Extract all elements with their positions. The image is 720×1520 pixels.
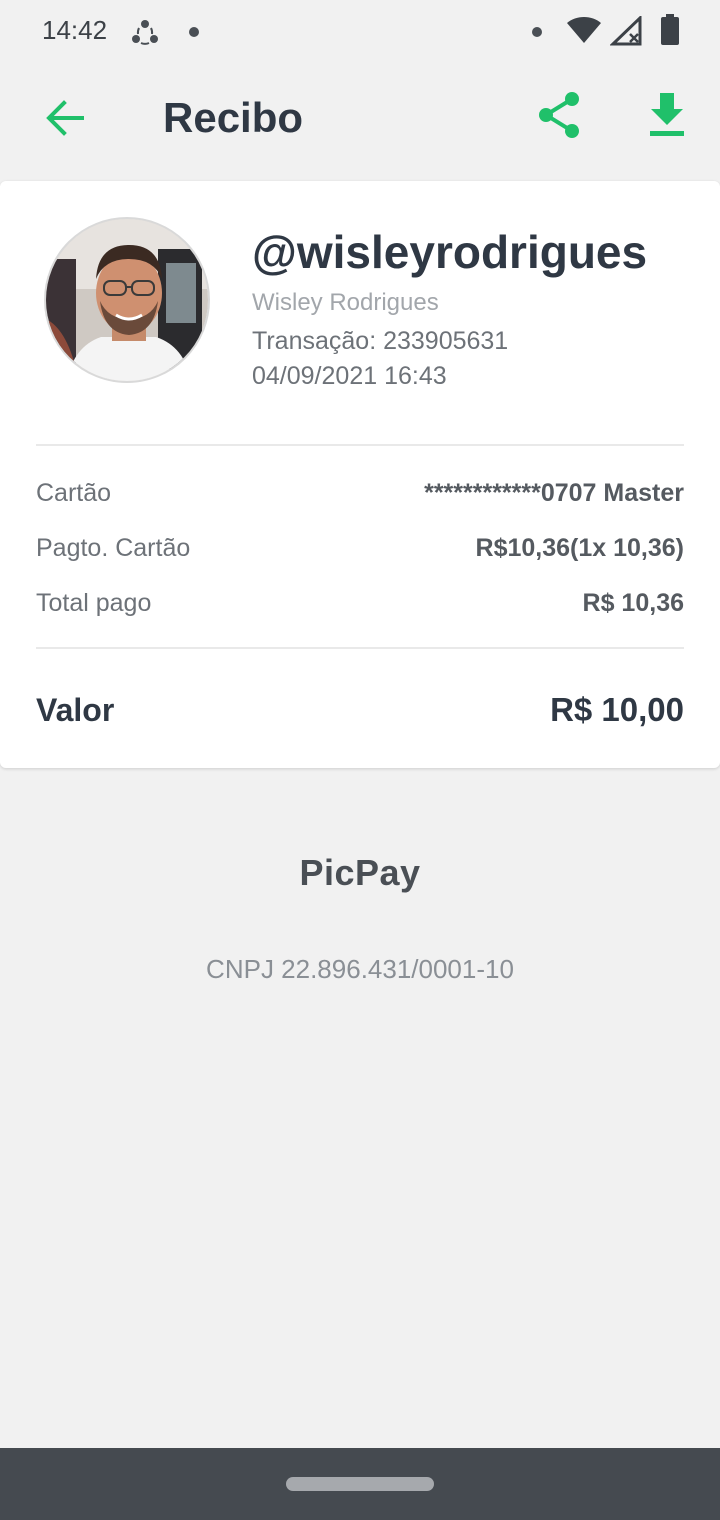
status-time: 14:42 — [42, 15, 108, 45]
detail-value-card-payment: R$10,36(1x 10,36) — [475, 534, 684, 562]
share-button[interactable] — [532, 90, 586, 144]
divider — [36, 647, 684, 649]
picpay-logo: PicPay — [299, 852, 421, 893]
download-button[interactable] — [640, 90, 694, 144]
sync-icon — [130, 18, 160, 51]
transaction-datetime: 04/09/2021 16:43 — [252, 362, 447, 390]
avatar — [44, 217, 210, 383]
home-gesture-handle[interactable] — [286, 1477, 434, 1491]
full-name: Wisley Rodrigues — [252, 289, 439, 316]
navigation-bar — [0, 1448, 720, 1520]
divider — [36, 444, 684, 446]
dot-icon — [531, 25, 543, 43]
back-button[interactable] — [38, 94, 90, 146]
arrow-left-icon — [44, 99, 84, 141]
wifi-icon — [566, 16, 602, 49]
detail-label-total-paid: Total pago — [36, 589, 152, 617]
transaction-id: Transação: 233905631 — [252, 327, 509, 355]
detail-label-card-payment: Pagto. Cartão — [36, 534, 191, 562]
receipt-card: @wisleyrodrigues Wisley Rodrigues Transa… — [0, 181, 720, 768]
battery-icon — [660, 14, 680, 51]
share-icon — [537, 91, 581, 144]
amount-label: Valor — [36, 692, 115, 728]
status-bar: 14:42 — [0, 0, 720, 64]
download-icon — [649, 92, 685, 142]
username: @wisleyrodrigues — [252, 226, 648, 278]
page-title: Recibo — [163, 94, 304, 141]
detail-value-total-paid: R$ 10,36 — [582, 589, 684, 617]
notification-dot-icon — [188, 25, 200, 43]
no-signal-icon — [609, 14, 644, 51]
cnpj-text: CNPJ 22.896.431/0001-10 — [206, 954, 514, 984]
amount-value: R$ 10,00 — [550, 691, 684, 728]
detail-value-card: ************0707 Master — [424, 479, 684, 507]
app-bar: Recibo — [0, 64, 720, 176]
detail-label-card: Cartão — [36, 479, 112, 507]
